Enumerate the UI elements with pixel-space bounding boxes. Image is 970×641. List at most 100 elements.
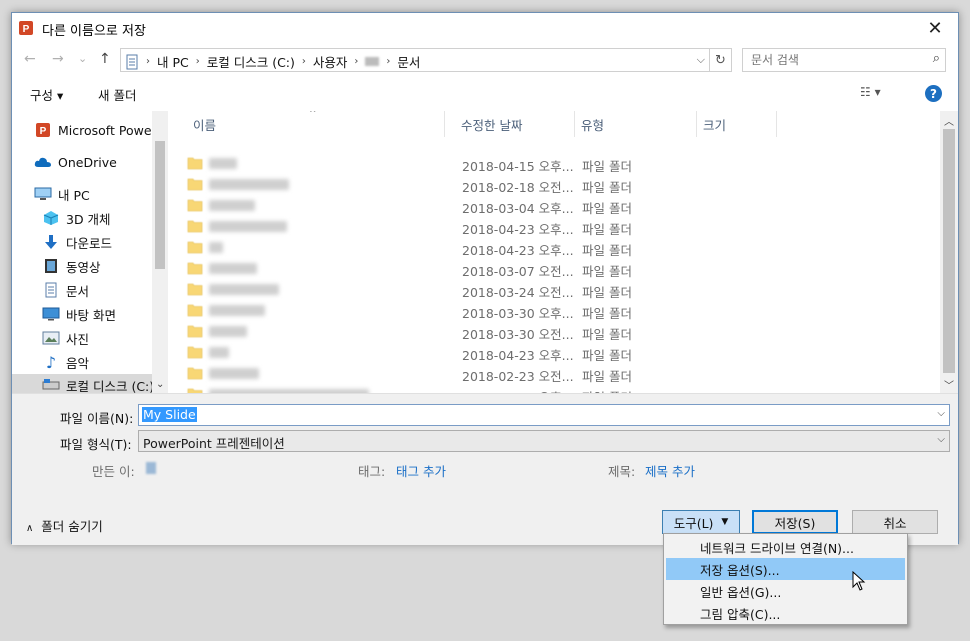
hide-folders-button[interactable]: ∧ 폴더 숨기기 xyxy=(26,516,103,535)
nav-item-music[interactable]: ♪ 음악 xyxy=(42,351,168,373)
breadcrumb-user-redacted[interactable] xyxy=(365,57,380,66)
cancel-button[interactable]: 취소 xyxy=(852,510,938,534)
refresh-icon[interactable]: ↻ xyxy=(709,49,731,71)
recent-locations-button[interactable]: ⌄ xyxy=(78,52,87,65)
search-input[interactable] xyxy=(743,49,923,71)
table-row[interactable]: 2018-02-22 오후...파일 폴더 xyxy=(187,384,927,393)
nav-item-my-pc[interactable]: 내 PC xyxy=(34,183,168,205)
chevron-down-icon[interactable]: ⌵ xyxy=(937,408,945,419)
nav-item-label: 바탕 화면 xyxy=(66,307,116,323)
nav-item-videos[interactable]: 동영상 xyxy=(42,255,168,277)
folder-icon xyxy=(187,241,203,254)
forward-button[interactable]: → xyxy=(52,51,64,67)
nav-item-documents[interactable]: 문서 xyxy=(42,279,168,301)
table-row[interactable]: 2018-02-18 오전... 파일 폴더 xyxy=(187,174,927,195)
table-row[interactable]: 2018-03-30 오전... 파일 폴더 xyxy=(187,321,927,342)
document-icon xyxy=(42,282,60,298)
author-avatar[interactable] xyxy=(146,462,156,474)
author-label: 만든 이: xyxy=(92,464,135,479)
chevron-up-icon[interactable]: ︿ xyxy=(944,113,954,128)
search-icon[interactable]: ⌕ xyxy=(933,51,940,66)
search-box: ⌕ xyxy=(742,48,946,72)
address-bar[interactable]: › 내 PC › 로컬 디스크 (C:) › 사용자 › › 문서 ⌵ ↻ xyxy=(120,48,732,72)
nav-scrollbar[interactable]: ⌄ xyxy=(152,111,168,393)
file-name-redacted xyxy=(209,221,287,232)
file-type: 파일 폴더 xyxy=(582,180,632,195)
filetype-value: PowerPoint 프레젠테이션 xyxy=(143,436,285,451)
file-type: 파일 폴더 xyxy=(582,306,632,321)
table-row[interactable]: 2018-04-23 오후... 파일 폴더 xyxy=(187,342,927,363)
file-name-redacted xyxy=(209,263,257,274)
file-name-redacted xyxy=(209,326,247,337)
organize-button[interactable]: 구성 ▾ xyxy=(30,85,63,104)
up-button[interactable]: ↑ xyxy=(99,51,111,67)
breadcrumb-users[interactable]: 사용자 xyxy=(313,52,348,71)
column-header-size[interactable]: 크기 xyxy=(697,111,777,137)
table-row[interactable]: 2018-02-23 오전... 파일 폴더 xyxy=(187,363,927,384)
nav-item-label: 내 PC xyxy=(58,187,90,203)
pc-icon xyxy=(34,186,52,202)
menu-item-save-options[interactable]: 저장 옵션(S)... xyxy=(666,558,905,580)
file-modified-date: 2018-04-23 오후... xyxy=(462,348,574,363)
filetype-select[interactable]: PowerPoint 프레젠테이션 ⌵ xyxy=(138,430,950,452)
document-icon xyxy=(126,54,138,69)
folder-icon xyxy=(187,367,203,380)
table-row[interactable]: 2018-03-04 오후... 파일 폴더 xyxy=(187,195,927,216)
nav-item-powerpoint[interactable]: P Microsoft PowerP xyxy=(34,119,168,141)
nav-item-downloads[interactable]: 다운로드 xyxy=(42,231,168,253)
tags-label: 태그: xyxy=(358,464,386,479)
file-modified-date: 2018-04-23 오후... xyxy=(462,243,574,258)
title-label: 제목: xyxy=(608,464,636,479)
table-row[interactable]: 2018-03-07 오전... 파일 폴더 xyxy=(187,258,927,279)
chevron-down-icon[interactable]: ⌄ xyxy=(156,379,164,390)
column-header-name[interactable]: 이름 xyxy=(187,111,445,137)
pictures-icon xyxy=(42,330,60,346)
folder-icon xyxy=(187,199,203,212)
nav-item-onedrive[interactable]: OneDrive xyxy=(34,151,168,173)
menu-item-map-network-drive[interactable]: 네트워크 드라이브 연결(N)... xyxy=(666,536,905,558)
nav-item-pictures[interactable]: 사진 xyxy=(42,327,168,349)
menu-item-general-options[interactable]: 일반 옵션(G)... xyxy=(666,580,905,602)
nav-item-label: 동영상 xyxy=(66,259,101,275)
nav-item-3d-objects[interactable]: 3D 개체 xyxy=(42,207,168,229)
table-row[interactable]: 2018-04-15 오후... 파일 폴더 xyxy=(187,153,927,174)
close-icon: ✕ xyxy=(927,17,943,39)
table-row[interactable]: 2018-04-23 오후... 파일 폴더 xyxy=(187,237,927,258)
close-button[interactable]: ✕ xyxy=(912,13,958,43)
new-folder-button[interactable]: 새 폴더 xyxy=(98,85,136,104)
download-icon xyxy=(42,234,60,250)
breadcrumb-separator: › xyxy=(354,56,359,67)
breadcrumb-my-pc[interactable]: 내 PC xyxy=(157,52,189,71)
svg-text:P: P xyxy=(23,24,30,35)
add-tags-link[interactable]: 태그 추가 xyxy=(396,461,446,480)
nav-scrollbar-thumb[interactable] xyxy=(155,141,165,269)
nav-item-label: 3D 개체 xyxy=(66,211,111,227)
column-header-modified[interactable]: 수정한 날짜 xyxy=(455,111,575,137)
back-button[interactable]: ← xyxy=(24,51,36,67)
save-button[interactable]: 저장(S) xyxy=(752,510,838,534)
chevron-down-icon[interactable]: ﹀ xyxy=(944,377,954,392)
nav-item-desktop[interactable]: 바탕 화면 xyxy=(42,303,168,325)
breadcrumb-documents[interactable]: 문서 xyxy=(397,52,420,71)
file-name-redacted xyxy=(209,200,255,211)
file-type: 파일 폴더 xyxy=(582,159,632,174)
breadcrumb-local-disk[interactable]: 로컬 디스크 (C:) xyxy=(207,52,295,71)
add-title-link[interactable]: 제목 추가 xyxy=(645,461,695,480)
table-row[interactable]: 2018-03-30 오후... 파일 폴더 xyxy=(187,300,927,321)
table-row[interactable]: 2018-03-24 오전... 파일 폴더 xyxy=(187,279,927,300)
filename-input[interactable]: My Slide ⌵ xyxy=(138,404,950,426)
tools-button[interactable]: 도구(L) ▼ xyxy=(662,510,740,534)
mouse-cursor-icon xyxy=(852,571,866,591)
table-row[interactable]: 2018-04-23 오후... 파일 폴더 xyxy=(187,216,927,237)
nav-item-local-disk[interactable]: 로컬 디스크 (C:) xyxy=(12,374,154,393)
file-modified-date: 2018-03-07 오전... xyxy=(462,264,574,279)
file-list-scrollbar[interactable]: ︿ ﹀ xyxy=(940,111,958,393)
chevron-down-icon[interactable]: ⌵ xyxy=(697,53,705,67)
details-view-icon: ☷ xyxy=(860,85,871,99)
nav-item-label: Microsoft PowerP xyxy=(58,122,165,138)
help-button[interactable]: ? xyxy=(925,85,942,102)
column-header-type[interactable]: 유형 xyxy=(575,111,697,137)
menu-item-compress-pictures[interactable]: 그림 압축(C)... xyxy=(666,602,905,624)
view-options-button[interactable]: ☷ ▾ xyxy=(860,85,881,99)
file-list-scrollbar-thumb[interactable] xyxy=(943,129,955,373)
